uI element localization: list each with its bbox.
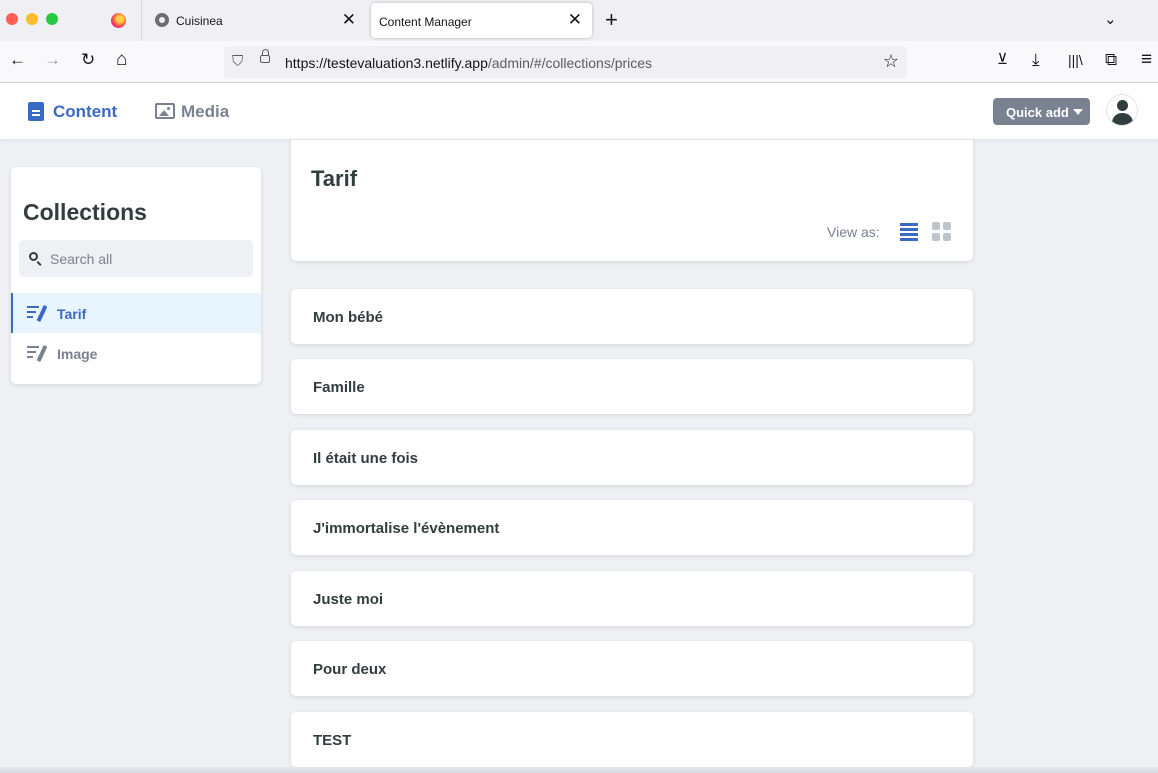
entry-title: TEST	[313, 732, 352, 749]
browser-tab-cuisinea[interactable]: Cuisinea ✕	[142, 0, 368, 41]
sidebar-item-label: Tarif	[57, 306, 87, 322]
close-tab-icon[interactable]: ✕	[568, 11, 582, 28]
grid-view-icon[interactable]	[932, 222, 951, 241]
entry-title: Il était une fois	[313, 450, 419, 467]
user-avatar-button[interactable]	[1106, 94, 1138, 126]
caret-down-icon	[1073, 109, 1083, 115]
tab-label: Content Manager	[379, 15, 472, 29]
tab-label: Cuisinea	[176, 14, 223, 28]
sidebar-item-label: Image	[57, 346, 98, 362]
collections-sidebar: Collections Tarif Image	[11, 167, 261, 384]
entry-card[interactable]: Famille	[291, 359, 973, 414]
close-tab-icon[interactable]: ✕	[342, 11, 356, 28]
url-text[interactable]: https://testevaluation3.netlify.app/admi…	[285, 55, 652, 71]
sidebar-item-tarif[interactable]: Tarif	[11, 293, 261, 333]
collection-title: Tarif	[311, 166, 358, 191]
app-header: Content Media Quick add	[0, 83, 1158, 139]
url-path: /admin/#/collections/prices	[487, 55, 653, 71]
hamburger-menu-icon[interactable]: ≡	[1141, 50, 1152, 69]
entry-card[interactable]: Il était une fois	[291, 430, 973, 485]
document-icon	[28, 102, 44, 121]
browser-nav-bar: ← → ↻ ⌂ ⛉ https://testevaluation3.netlif…	[0, 41, 1158, 83]
back-arrow-icon[interactable]: ←	[9, 51, 26, 68]
collection-header: Tarif View as:	[291, 140, 973, 261]
lock-icon[interactable]	[260, 49, 270, 63]
bookmark-star-icon[interactable]: ☆	[883, 51, 899, 72]
entry-title: Juste moi	[313, 591, 384, 608]
firefox-icon[interactable]	[111, 13, 126, 28]
close-window-button[interactable]	[6, 13, 18, 25]
extensions-icon[interactable]: ⧉	[1105, 51, 1117, 68]
reload-icon[interactable]: ↻	[81, 51, 95, 68]
entry-title: Famille	[313, 379, 365, 396]
collection-edit-icon	[27, 304, 48, 323]
sidebar-title: Collections	[23, 199, 147, 225]
search-input[interactable]	[50, 240, 245, 277]
entry-card[interactable]: J'immortalise l'évènement	[291, 500, 973, 555]
entry-title: Mon bébé	[313, 309, 383, 326]
collection-edit-icon	[27, 344, 48, 363]
entry-card[interactable]: Juste moi	[291, 571, 973, 626]
sidebar-item-image[interactable]: Image	[11, 333, 261, 373]
library-icon[interactable]: |||\	[1068, 53, 1083, 67]
search-icon	[29, 252, 38, 261]
entry-title: J'immortalise l'évènement	[313, 520, 500, 537]
image-icon	[155, 103, 175, 119]
home-icon[interactable]: ⌂	[116, 50, 127, 69]
entry-title: Pour deux	[313, 661, 387, 678]
new-tab-icon[interactable]: +	[605, 9, 618, 31]
minimize-window-button[interactable]	[26, 13, 38, 25]
entry-card[interactable]: Pour deux	[291, 641, 973, 696]
site-favicon-icon	[155, 13, 169, 27]
nav-content-label: Content	[53, 102, 118, 121]
user-icon-head	[1117, 100, 1128, 111]
view-as-label: View as:	[827, 224, 880, 240]
nav-media-label: Media	[181, 102, 230, 121]
quick-add-label: Quick add	[1006, 105, 1069, 120]
url-bar[interactable]: ⛉ https://testevaluation3.netlify.app/ad…	[224, 46, 907, 78]
entry-card[interactable]: Mon bébé	[291, 289, 973, 344]
browser-tab-bar: Cuisinea ✕ Content Manager ✕ + ⌄	[0, 0, 1158, 41]
forward-arrow-icon[interactable]: →	[44, 51, 61, 68]
pocket-icon[interactable]: ⊻	[997, 52, 1008, 67]
maximize-window-button[interactable]	[46, 13, 58, 25]
bottom-edge	[0, 767, 1158, 773]
search-box[interactable]	[19, 240, 253, 277]
tracking-shield-icon[interactable]: ⛉	[232, 53, 243, 70]
list-view-icon[interactable]	[900, 222, 918, 241]
chevron-down-icon[interactable]: ⌄	[1104, 10, 1117, 28]
url-host: https://testevaluation3.netlify.app	[285, 55, 488, 71]
browser-tab-content-manager[interactable]: Content Manager ✕	[371, 3, 592, 38]
entry-card[interactable]: TEST	[291, 712, 973, 767]
downloads-icon[interactable]: ⤓	[1032, 51, 1040, 68]
quick-add-button[interactable]: Quick add	[993, 98, 1090, 125]
user-icon-body	[1112, 113, 1133, 125]
